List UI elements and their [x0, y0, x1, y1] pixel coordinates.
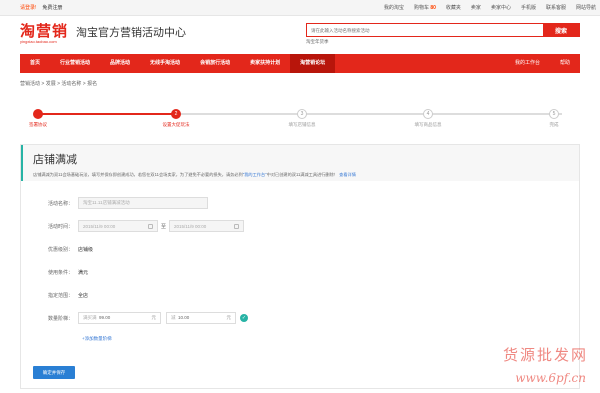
nav-item-brand[interactable]: 品牌活动 — [100, 54, 140, 73]
tier-minus-prefix: 减 — [171, 315, 176, 320]
level-value: 店铺级 — [78, 246, 94, 253]
step-3: 3 填写店铺信息 — [272, 109, 332, 128]
shop-discount-panel: 店铺满减 店铺满减为双11会场基础玩法，填写并保存即创建成功，若您在双11会场卖… — [20, 144, 580, 389]
step-2: 2 设置大促玩法 — [146, 109, 206, 128]
calendar-icon — [148, 223, 153, 229]
cart-label: 购物车 — [413, 5, 429, 11]
row-level: 优惠级别： 店铺级 — [21, 243, 93, 255]
row-name: 活动名称： 淘宝11.11店铺满减活动 — [21, 197, 208, 209]
nav-item-mobile[interactable]: 无线手淘活动 — [140, 54, 190, 73]
top-bar: 请登录! 免费注册 我的淘宝 购物车 80 收藏夹 卖家 卖家中心 手机版 联系… — [0, 0, 600, 16]
panel-description: 店铺满减为双11会场基础玩法，填写并保存即创建成功，若您在双11会场卖家，为了避… — [33, 172, 569, 178]
time-separator: 至 — [161, 223, 167, 230]
step-2-dot: 2 — [171, 109, 181, 119]
step-4: 4 填写商品信息 — [398, 109, 458, 128]
confirm-save-button[interactable]: 确定并保存 — [33, 366, 75, 379]
condition-value: 满元 — [78, 269, 89, 276]
step-4-label: 填写商品信息 — [414, 122, 442, 127]
panel-desc-tail: 中对已创建的双11满减工具进行删除！ — [266, 172, 338, 177]
brand-domain: yingxiao.taobao.com — [20, 39, 57, 44]
nav-help[interactable]: 帮助 — [550, 54, 580, 73]
tier-minus-input[interactable]: 减 10.00 元 — [166, 312, 236, 324]
workbench-link[interactable]: "我的工作台" — [243, 172, 267, 177]
panel-desc-text: 店铺满减为双11会场基础玩法，填写并保存即创建成功，若您在双11会场卖家，为了避… — [33, 172, 243, 177]
nav-item-support[interactable]: 卖家扶持计划 — [240, 54, 290, 73]
step-3-dot: 3 — [297, 109, 307, 119]
add-tier-link[interactable]: +添加数量阶梯 — [82, 336, 112, 342]
panel-header: 店铺满减 店铺满减为双11会场基础玩法，填写并保存即创建成功，若您在双11会场卖… — [21, 145, 579, 181]
nav-workbench[interactable]: 我的工作台 — [505, 54, 550, 73]
tier-full-value: 99.00 — [99, 315, 111, 320]
login-link[interactable]: 请登录! — [20, 4, 36, 11]
cart-link[interactable]: 购物车 80 — [414, 4, 436, 11]
header: 淘营销 yingxiao.taobao.com 淘宝官方营销活动中心 搜索 淘宝… — [0, 16, 600, 52]
row-scope: 指定范围： 全店 — [21, 289, 88, 301]
contact-link[interactable]: 联系客服 — [546, 4, 566, 11]
search-button[interactable]: 搜索 — [543, 24, 579, 36]
time-label: 活动时间： — [47, 223, 73, 230]
step-1-label: 签署协议 — [29, 122, 47, 127]
tier-minus-value: 10.00 — [178, 315, 190, 320]
site-nav-link[interactable]: 网站导航 — [576, 4, 596, 11]
tier-label: 数量阶梯： — [47, 315, 73, 322]
tier-full-prefix: 满买满 — [83, 315, 97, 320]
view-detail-link[interactable]: 查看详情 — [339, 172, 356, 177]
logo[interactable]: 淘营销 yingxiao.taobao.com — [20, 24, 68, 44]
mobile-link[interactable]: 手机版 — [521, 4, 536, 11]
progress-steps: 签署协议 2 设置大促玩法 3 填写店铺信息 4 填写商品信息 5 完成 — [29, 109, 562, 133]
site-title: 淘宝官方营销活动中心 — [76, 27, 187, 39]
scope-value: 全店 — [78, 292, 89, 299]
seller-center-link[interactable]: 卖家中心 — [491, 4, 511, 11]
time-start-value: 2015/11/9 00:00 — [83, 223, 116, 229]
scope-label: 指定范围： — [47, 292, 73, 299]
watermark-text: 货源批发网 — [502, 346, 588, 364]
search-hint[interactable]: 淘宝年货季 — [306, 39, 580, 45]
panel-title: 店铺满减 — [33, 154, 77, 166]
step-1: 签署协议 — [8, 109, 68, 128]
name-input: 淘宝11.11店铺满减活动 — [78, 197, 208, 209]
search-input[interactable] — [307, 24, 543, 36]
search-area: 搜索 淘宝年货季 — [306, 23, 580, 45]
main-nav: 首页 行业营销活动 品牌活动 无线手淘活动 会销旅行活动 卖家扶持计划 淘营销论… — [20, 54, 580, 73]
search-box: 搜索 — [306, 23, 580, 37]
step-1-dot — [33, 109, 43, 119]
name-value: 淘宝11.11店铺满减活动 — [83, 200, 130, 205]
calendar-icon — [234, 223, 240, 229]
watermark-url: www.6pf.cn — [515, 371, 586, 385]
time-end-input[interactable]: 2015/11/9 00:00 — [169, 220, 245, 232]
step-5-dot: 5 — [549, 109, 559, 119]
condition-label: 使用条件： — [47, 269, 73, 276]
step-3-label: 填写店铺信息 — [288, 122, 316, 127]
time-start-input[interactable]: 2015/11/9 00:00 — [78, 220, 158, 232]
nav-item-forum[interactable]: 淘营销论坛 — [290, 54, 336, 73]
row-tier: 数量阶梯： 满买满 99.00 元 减 10.00 元 ✓ — [21, 312, 248, 324]
level-label: 优惠级别： — [47, 246, 73, 253]
step-5-label: 完成 — [549, 122, 559, 127]
tier-full-unit: 元 — [151, 315, 157, 320]
nav-item-industry[interactable]: 行业营销活动 — [50, 54, 100, 73]
my-taobao-link[interactable]: 我的淘宝 — [384, 4, 404, 11]
row-time: 活动时间： 2015/11/9 00:00 至 2015/11/9 00:00 — [21, 220, 245, 232]
favorites-link[interactable]: 收藏夹 — [446, 4, 461, 11]
sellers-link[interactable]: 卖家 — [471, 4, 481, 11]
register-link[interactable]: 免费注册 — [42, 4, 62, 11]
nav-item-home[interactable]: 首页 — [20, 54, 50, 73]
name-label: 活动名称： — [47, 200, 73, 207]
cart-count: 80 — [430, 5, 436, 11]
nav-item-travel[interactable]: 会销旅行活动 — [190, 54, 240, 73]
row-condition: 使用条件： 满元 — [21, 266, 88, 278]
tier-minus-unit: 元 — [226, 315, 232, 320]
brand-name: 淘营销 — [20, 23, 69, 40]
tier-full-input[interactable]: 满买满 99.00 元 — [78, 312, 161, 324]
step-line-todo — [176, 113, 562, 115]
step-2-label: 设置大促玩法 — [162, 122, 190, 127]
time-end-value: 2015/11/9 00:00 — [174, 223, 207, 229]
step-4-dot: 4 — [423, 109, 433, 119]
step-5: 5 完成 — [524, 109, 584, 128]
breadcrumb: 营销活动 > 发展 > 活动名称 > 报名 — [20, 81, 98, 87]
check-icon: ✓ — [240, 314, 248, 322]
